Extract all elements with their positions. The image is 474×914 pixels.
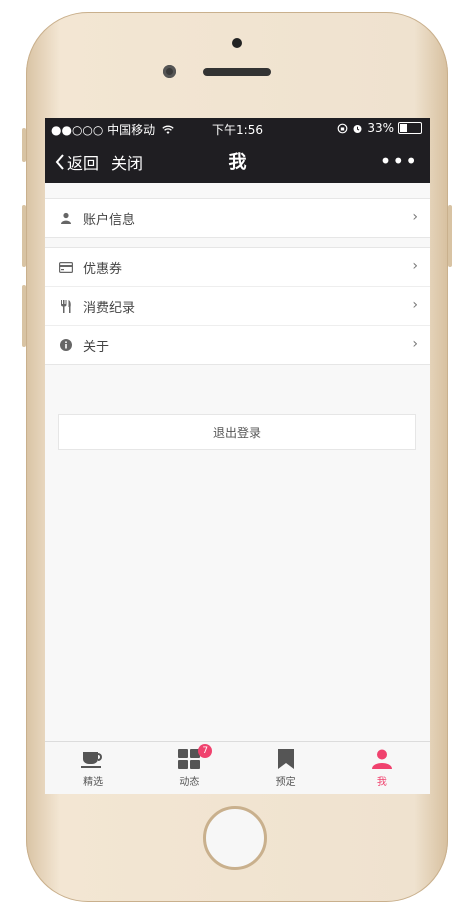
volume-up-button [22, 205, 26, 267]
tab-bar: 精选 7 动态 预定 我 [45, 741, 430, 794]
tab-label: 预定 [275, 777, 296, 788]
tab-activity[interactable]: 7 动态 [141, 742, 237, 794]
chevron-right-icon: › [412, 336, 418, 352]
battery-level [400, 124, 407, 132]
chevron-right-icon: › [412, 297, 418, 313]
menu-item-consumption-records[interactable]: 消费纪录 › [45, 287, 430, 326]
tab-label: 精选 [83, 777, 104, 788]
menu-item-account-info[interactable]: 账户信息 › [45, 199, 430, 237]
chevron-right-icon: › [412, 258, 418, 274]
tab-label: 动态 [179, 777, 200, 788]
utensils-icon [59, 299, 73, 313]
page-title: 我 [228, 152, 247, 173]
power-button [448, 205, 452, 267]
tab-featured[interactable]: 精选 [45, 742, 141, 794]
mute-switch [22, 128, 26, 162]
tab-reservation[interactable]: 预定 [238, 742, 334, 794]
info-icon [59, 338, 73, 352]
card-icon [59, 260, 73, 274]
nav-bar: 返回 关闭 我 ••• [45, 138, 430, 183]
bookmark-icon [277, 749, 294, 769]
battery-icon [398, 122, 422, 134]
user-icon [59, 211, 73, 225]
menu-item-label: 优惠券 [83, 261, 123, 277]
menu-item-label: 账户信息 [83, 212, 136, 228]
cup-icon [81, 752, 103, 768]
account-group: 账户信息 › [45, 198, 430, 238]
more-button[interactable]: ••• [380, 149, 418, 173]
settings-group: 优惠券 › 消费纪录 › 关于 › [45, 247, 430, 365]
menu-item-label: 消费纪录 [83, 300, 136, 316]
menu-item-coupons[interactable]: 优惠券 › [45, 248, 430, 287]
chevron-right-icon: › [412, 209, 418, 225]
status-right-group: 33% [337, 121, 422, 135]
home-button[interactable] [203, 806, 267, 870]
status-bar: ●●○○○ 中国移动 下午1:56 33% [45, 118, 430, 138]
earpiece-speaker [203, 68, 271, 76]
menu-item-about[interactable]: 关于 › [45, 326, 430, 364]
front-camera [163, 65, 176, 78]
tab-label: 我 [376, 777, 387, 788]
notification-badge: 7 [198, 744, 213, 758]
menu-item-label: 关于 [83, 339, 110, 355]
screen: ●●○○○ 中国移动 下午1:56 33% 返回 关闭 我 ••• 账户信息 ›… [45, 118, 430, 794]
tab-me[interactable]: 我 [334, 742, 430, 794]
volume-down-button [22, 285, 26, 347]
sensor-dot [232, 38, 242, 48]
battery-percent: 33% [367, 121, 394, 135]
grid-icon [178, 749, 201, 769]
person-icon [371, 749, 392, 769]
orientation-lock-icon [337, 123, 348, 133]
logout-button[interactable]: 退出登录 [58, 414, 416, 450]
alarm-icon [353, 124, 362, 133]
